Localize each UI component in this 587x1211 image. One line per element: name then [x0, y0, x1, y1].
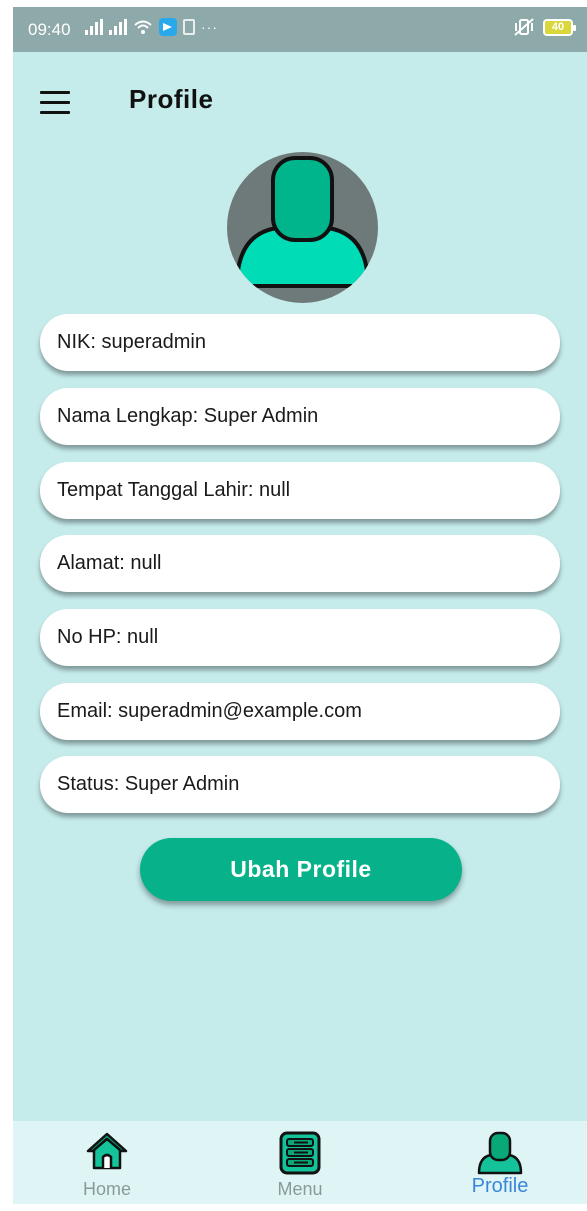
telegram-icon: [159, 18, 177, 36]
field-status: Status: Super Admin: [40, 756, 560, 813]
menu-list-icon: [279, 1131, 321, 1175]
field-birth-place-date: Tempat Tanggal Lahir: null: [40, 462, 560, 519]
field-email: Email: superadmin@example.com: [40, 683, 560, 740]
field-full-name: Nama Lengkap: Super Admin: [40, 388, 560, 445]
signal-icon: [109, 19, 127, 35]
more-notifications-icon: ···: [201, 19, 218, 35]
page-title: Profile: [129, 84, 214, 114]
nav-item-profile[interactable]: Profile: [440, 1121, 560, 1204]
notification-icon: [183, 19, 195, 35]
vibrate-icon: [514, 18, 534, 36]
profile-icon: [477, 1131, 523, 1175]
signal-icon: [85, 19, 103, 35]
hamburger-menu-icon[interactable]: [40, 91, 72, 115]
wifi-icon: [134, 20, 152, 34]
nav-item-home[interactable]: Home: [47, 1121, 167, 1204]
field-nik: NIK: superadmin: [40, 314, 560, 371]
field-address: Alamat: null: [40, 535, 560, 592]
avatar: [227, 152, 378, 303]
status-bar: 09:40 ··· 40: [13, 7, 587, 52]
nav-item-menu[interactable]: Menu: [240, 1121, 360, 1204]
status-time: 09:40: [28, 20, 71, 39]
user-avatar-icon: [235, 156, 370, 288]
status-icons-left: ···: [85, 18, 218, 36]
home-icon: [86, 1132, 128, 1170]
nav-label-menu: Menu: [277, 1179, 323, 1199]
app-screen: 09:40 ··· 40 Profile NIK: superadmin Nam…: [13, 7, 587, 1204]
nav-label-profile: Profile: [471, 1175, 529, 1197]
battery-icon: 40: [543, 18, 576, 36]
status-icons-right: 40: [513, 18, 576, 36]
nav-label-home: Home: [82, 1179, 131, 1199]
field-phone: No HP: null: [40, 609, 560, 666]
edit-profile-button[interactable]: Ubah Profile: [140, 838, 462, 901]
bottom-navigation: Home Menu Profile: [13, 1121, 587, 1204]
